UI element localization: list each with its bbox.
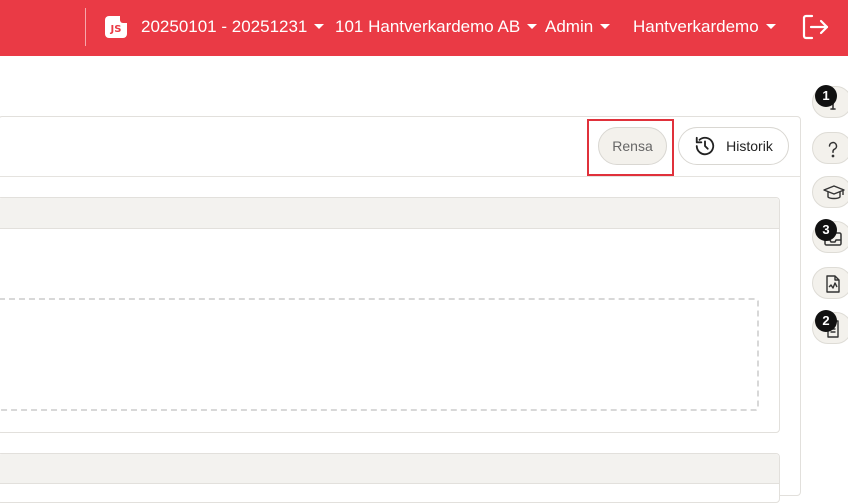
card-header-divider [0, 176, 800, 177]
file-dropzone[interactable] [0, 298, 759, 411]
history-icon [695, 136, 715, 156]
logout-icon[interactable] [801, 13, 829, 41]
upload-panel-header [0, 198, 779, 229]
company-label: 101 Hantverkardemo AB [335, 17, 521, 36]
help-icon [828, 141, 838, 158]
rail-inbox-badge: 3 [815, 219, 837, 241]
company-dropdown[interactable]: 101 Hantverkardemo AB [335, 16, 538, 38]
user-label: Hantverkardemo [633, 17, 759, 36]
secondary-panel-header [0, 454, 779, 484]
document-chart-icon [826, 275, 840, 293]
highlight-box [587, 119, 674, 176]
period-dropdown[interactable]: 20250101 - 20251231 [141, 16, 325, 38]
period-label: 20250101 - 20251231 [141, 17, 308, 36]
chevron-down-icon [600, 23, 611, 29]
history-button[interactable]: Historik [678, 127, 789, 165]
rail-help-button[interactable] [812, 132, 848, 164]
rail-report-button[interactable] [812, 267, 848, 299]
fiscal-year-icon-label: JS [110, 24, 122, 35]
rail-info-badge: 1 [815, 85, 837, 107]
top-bar: JS 20250101 - 20251231 101 Hantverkardem… [0, 0, 848, 56]
graduation-cap-icon [823, 185, 845, 200]
chevron-down-icon [527, 23, 538, 29]
admin-label: Admin [545, 17, 594, 36]
admin-dropdown[interactable]: Admin [545, 16, 611, 38]
rail-learning-button[interactable] [812, 176, 848, 208]
chevron-down-icon [314, 23, 325, 29]
user-dropdown[interactable]: Hantverkardemo [633, 16, 776, 38]
rail-documents-badge: 2 [815, 310, 837, 332]
secondary-panel [0, 453, 780, 503]
history-button-label: Historik [726, 138, 773, 154]
top-bar-divider [85, 8, 86, 46]
chevron-down-icon [765, 23, 776, 29]
fiscal-year-icon: JS [105, 16, 127, 38]
